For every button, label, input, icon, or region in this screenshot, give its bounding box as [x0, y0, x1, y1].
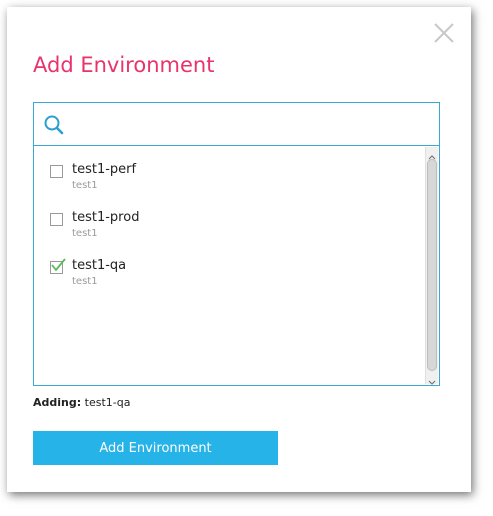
environment-list: test1-perf test1 test1-prod test1 test1-… — [33, 145, 440, 386]
environment-name: test1-prod — [72, 210, 140, 225]
search-box — [33, 102, 440, 146]
checkbox[interactable] — [50, 213, 63, 226]
dialog-title: Add Environment — [33, 53, 215, 77]
add-environment-button[interactable]: Add Environment — [33, 431, 278, 465]
checkmark-icon — [51, 258, 66, 272]
close-icon[interactable] — [433, 22, 455, 44]
scrollbar-thumb[interactable] — [427, 159, 437, 371]
environment-item-test1-qa[interactable]: test1-qa test1 — [50, 258, 410, 298]
search-input[interactable] — [74, 111, 433, 139]
environment-item-test1-prod[interactable]: test1-prod test1 — [50, 210, 410, 250]
search-icon — [43, 114, 65, 136]
environment-project: test1 — [72, 276, 98, 287]
add-environment-dialog: Add Environment test1-perf test1 test1-p… — [7, 7, 471, 492]
checkbox-checked[interactable] — [50, 258, 66, 274]
environment-item-test1-perf[interactable]: test1-perf test1 — [50, 162, 410, 202]
list-scrollbar[interactable] — [425, 147, 438, 385]
environment-project: test1 — [72, 228, 98, 239]
environment-project: test1 — [72, 180, 98, 191]
adding-value: test1-qa — [84, 396, 131, 409]
adding-label: Adding: — [33, 396, 82, 409]
scroll-up-icon[interactable] — [427, 148, 437, 160]
adding-summary: Adding: test1-qa — [33, 396, 130, 409]
environment-name: test1-perf — [72, 162, 137, 177]
checkbox[interactable] — [50, 165, 63, 178]
environment-name: test1-qa — [72, 258, 127, 273]
scroll-down-icon[interactable] — [427, 372, 437, 385]
